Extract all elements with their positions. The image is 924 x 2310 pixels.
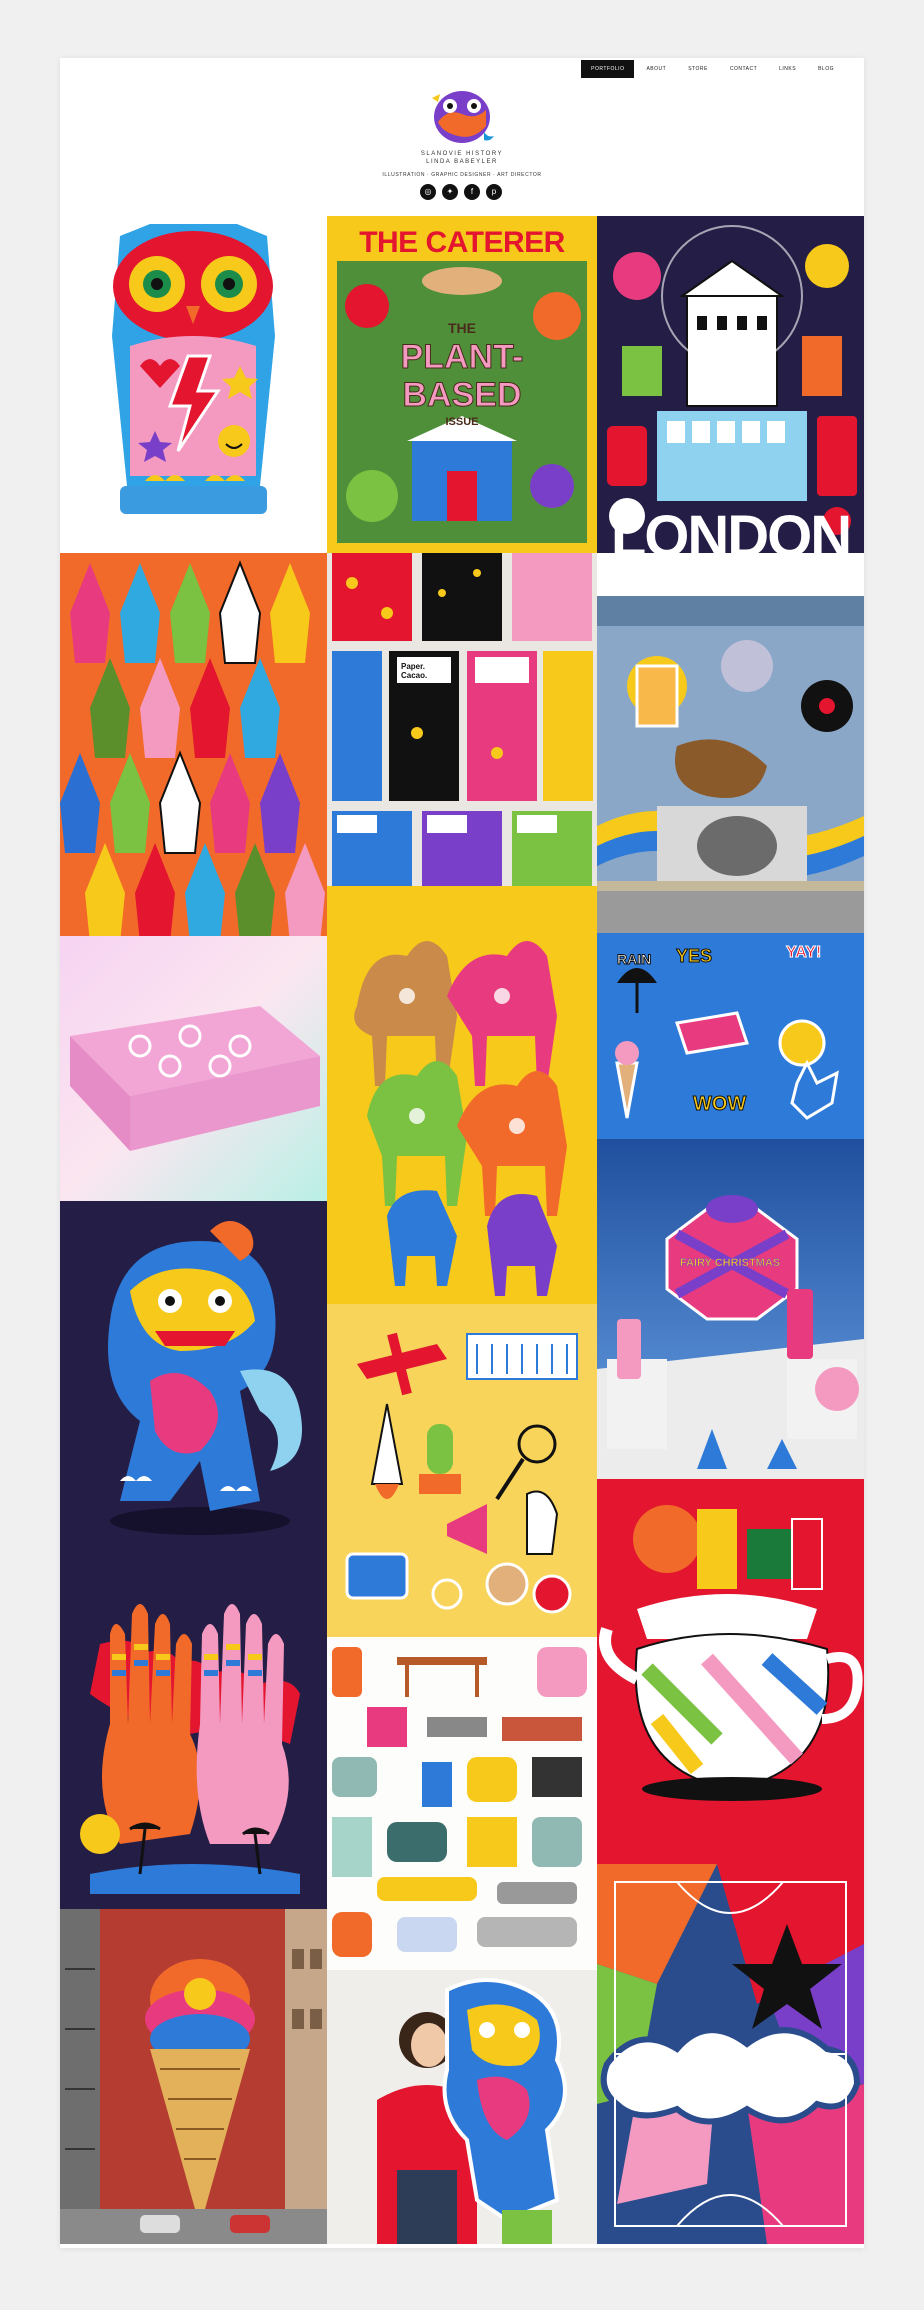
- nav-about[interactable]: ABOUT: [636, 60, 676, 78]
- furniture-image: [327, 1637, 597, 1970]
- sticker-rain: RAIN: [616, 951, 652, 968]
- caterer-line-1: PLANT-: [400, 338, 524, 377]
- paper-cacao-tile[interactable]: [327, 553, 597, 886]
- twitter-icon[interactable]: ✦: [442, 184, 458, 200]
- fairy-christmas-tile[interactable]: [597, 1139, 864, 1479]
- nav-links[interactable]: LINKS: [769, 60, 806, 78]
- pinterest-icon[interactable]: p: [486, 184, 502, 200]
- caterer-issue: ISSUE: [445, 416, 479, 428]
- social-links: ◎ ✦ f p: [420, 184, 502, 200]
- fairy-christmas-label: FAIRY CHRISTMAS: [679, 1257, 781, 1270]
- nav-contact[interactable]: CONTACT: [720, 60, 767, 78]
- street-mural-image: [597, 596, 864, 933]
- instagram-icon[interactable]: ◎: [420, 184, 436, 200]
- owl-sculpture-image: [112, 224, 275, 514]
- artist-name: LINDA BABEYLER: [426, 159, 498, 165]
- caterer-title: THE CATERER: [359, 226, 565, 259]
- woman-sculpture-image: [327, 1970, 597, 2244]
- foo-dog-image: [60, 1201, 327, 1574]
- usa-icons-tile[interactable]: [327, 1304, 597, 1637]
- owl-sculpture-tile[interactable]: [60, 216, 327, 549]
- paper-cacao-image: [327, 553, 597, 886]
- camels-tile[interactable]: [327, 886, 597, 1304]
- caterer-subtitle: THE: [448, 320, 476, 336]
- nav-portfolio[interactable]: PORTFOLIO: [581, 60, 635, 78]
- camels-image: [327, 886, 597, 1304]
- caterer-line-2: BASED: [402, 376, 522, 415]
- street-mural-tile[interactable]: [597, 596, 864, 933]
- studio-name: SLANOVIE HISTORY: [420, 151, 504, 157]
- london-label: LONDON: [610, 504, 852, 569]
- sticker-yay: YAY!: [785, 944, 822, 962]
- sticker-wow: WOW: [692, 1093, 747, 1116]
- nav-store[interactable]: STORE: [678, 60, 718, 78]
- facebook-icon[interactable]: f: [464, 184, 480, 200]
- sticker-yes: YES: [675, 946, 713, 967]
- basketball-court-tile[interactable]: [597, 1864, 864, 2244]
- tagline: ILLUSTRATION · GRAPHIC DESIGNER · ART DI…: [382, 172, 542, 178]
- site-logo[interactable]: [428, 88, 496, 146]
- furniture-tile[interactable]: [327, 1637, 597, 1970]
- pink-box-tile[interactable]: [60, 936, 327, 1201]
- nav-blog[interactable]: BLOG: [808, 60, 844, 78]
- hands-tile[interactable]: [60, 1574, 327, 1909]
- main-nav: PORTFOLIO ABOUT STORE CONTACT LINKS BLOG: [581, 60, 844, 78]
- paper-cacao-label: Paper. Cacao.: [401, 662, 428, 680]
- icecream-mural-image: [60, 1909, 327, 2244]
- hands-image: [60, 1574, 327, 1909]
- london-tile[interactable]: [597, 216, 864, 553]
- teapot-image: [597, 1479, 864, 1864]
- liberty-pattern-image: [60, 553, 327, 936]
- basketball-court-image: [597, 1864, 864, 2244]
- portfolio-page: PORTFOLIO ABOUT STORE CONTACT LINKS BLOG…: [60, 58, 864, 2248]
- teapot-tile[interactable]: [597, 1479, 864, 1864]
- liberty-pattern-tile[interactable]: [60, 553, 327, 936]
- pink-box-image: [60, 936, 327, 1201]
- icecream-mural-tile[interactable]: [60, 1909, 327, 2244]
- usa-icons-image: [327, 1304, 597, 1637]
- london-image: [597, 216, 864, 553]
- logo-mark-icon: [432, 91, 494, 143]
- fairy-christmas-image: [597, 1139, 864, 1479]
- foo-dog-tile[interactable]: [60, 1201, 327, 1574]
- woman-sculpture-tile[interactable]: [327, 1970, 597, 2244]
